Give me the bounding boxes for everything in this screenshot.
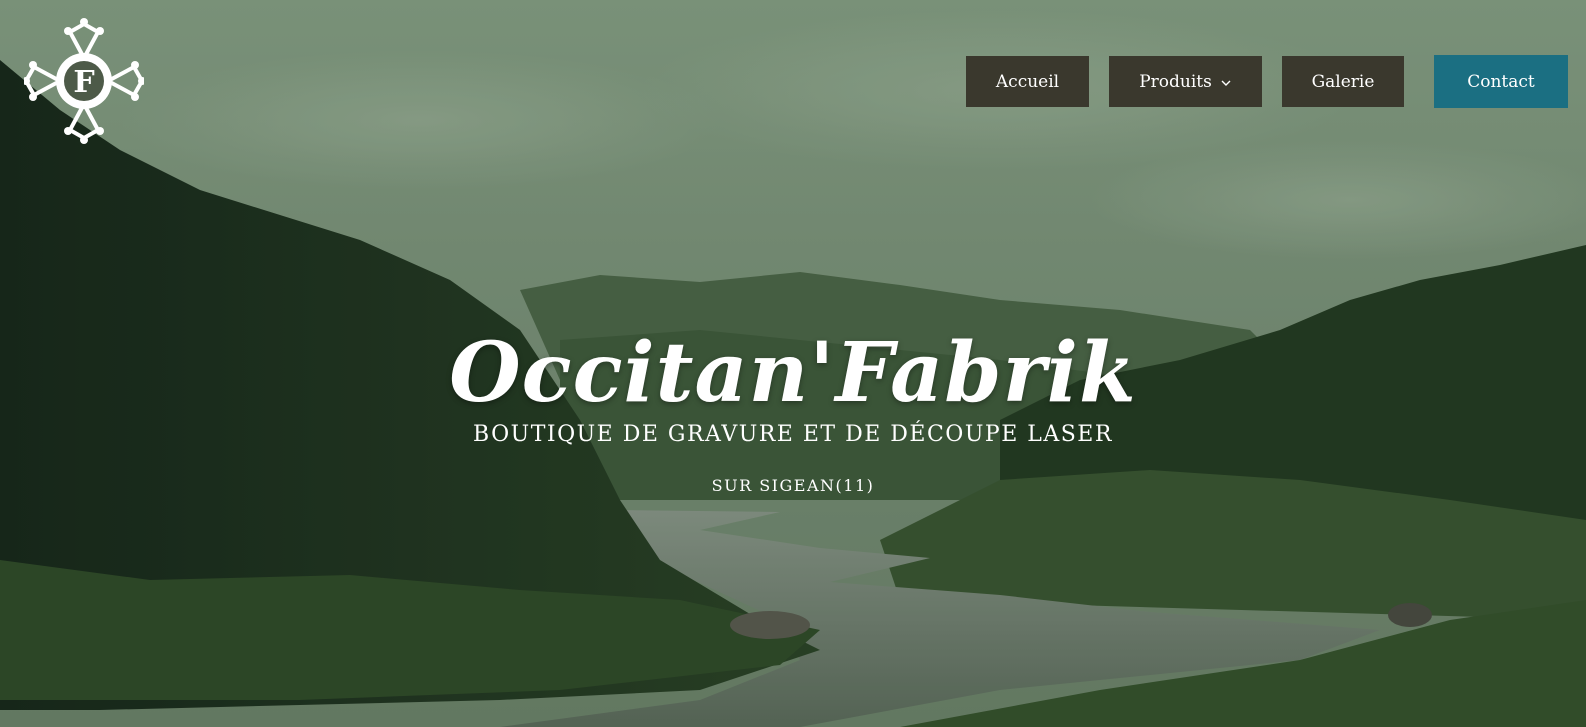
nav-produits-label: Produits [1139, 71, 1212, 92]
site-subtitle: BOUTIQUE DE GRAVURE ET DE DÉCOUPE LASER [473, 422, 1113, 447]
nav-contact-button[interactable]: Contact [1434, 55, 1568, 108]
nav-galerie-label: Galerie [1311, 71, 1375, 92]
nav-produits-button[interactable]: Produits [1109, 56, 1262, 107]
main-nav: Accueil Produits Galerie Contact [0, 55, 1586, 108]
hero-section: F Accueil Produits Galerie Contact Occit… [0, 0, 1586, 727]
site-title: Occitan'Fabrik [449, 324, 1137, 421]
nav-accueil-button[interactable]: Accueil [966, 56, 1089, 107]
site-location: SUR SIGEAN(11) [711, 476, 875, 495]
nav-contact-label: Contact [1467, 71, 1535, 92]
nav-accueil-label: Accueil [995, 71, 1060, 92]
nav-galerie-button[interactable]: Galerie [1282, 56, 1404, 107]
chevron-down-icon [1221, 80, 1231, 86]
